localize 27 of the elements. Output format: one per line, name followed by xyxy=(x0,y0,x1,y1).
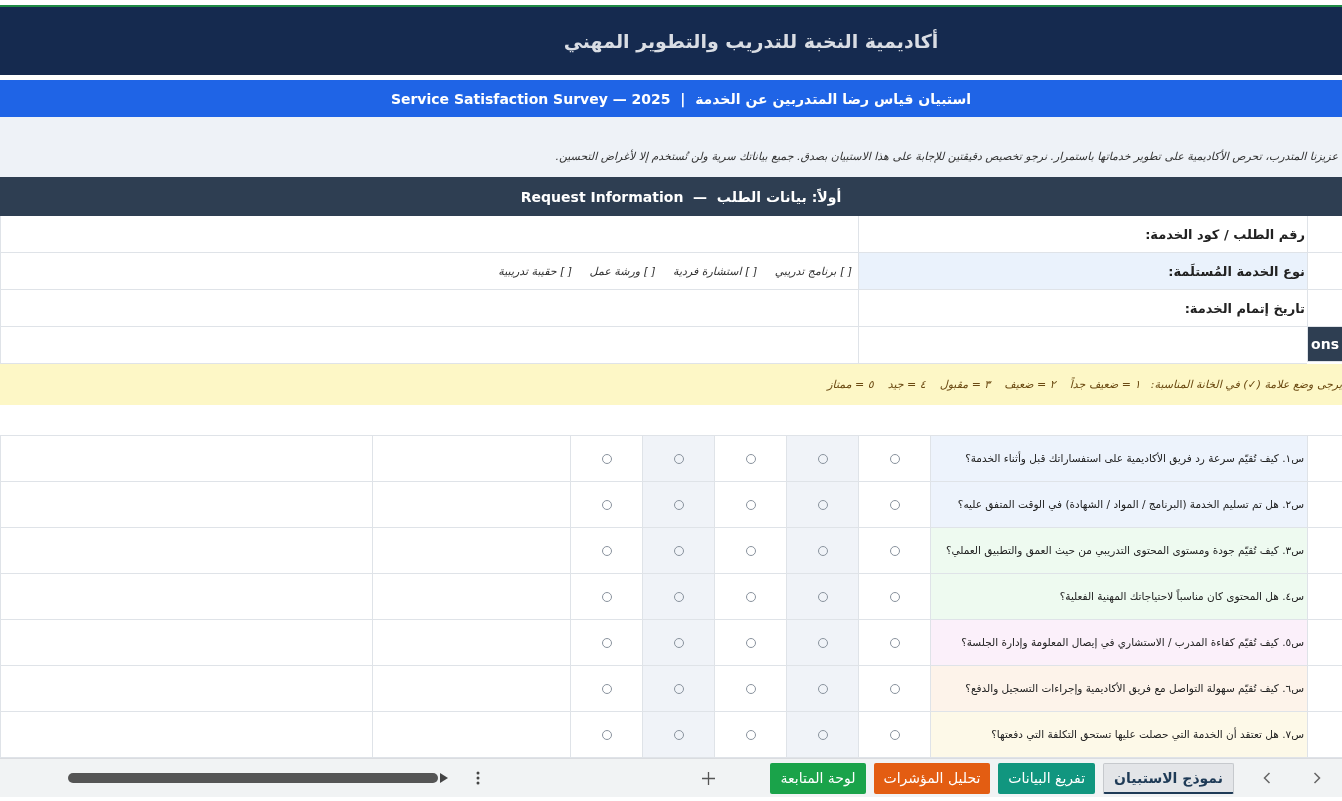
field-label: نوع الخدمة المُستلَمة: xyxy=(858,253,1307,290)
sheet-tab[interactable]: لوحة المتابعة xyxy=(770,762,866,794)
sheet-tab[interactable]: نموذج الاستبيان xyxy=(1103,762,1234,794)
sheet-tab[interactable]: تحليل المؤشرات xyxy=(873,762,991,794)
sheet-title: أكاديمية النخبة للتدريب والتطوير المهني xyxy=(0,7,1342,75)
chevron-left-icon[interactable] xyxy=(1263,772,1271,784)
question-cell: س٦. كيف تُقيّم سهولة التواصل مع فريق الأكاديمية وإجراءات التسجيل والدفع؟ xyxy=(930,666,1307,712)
chevron-right-icon[interactable] xyxy=(1313,772,1321,784)
question-cell: س٧. هل تعتقد أن الخدمة التي حصلت عليها تستحق التكلفة التي دفعتها؟ xyxy=(930,712,1307,758)
question-cell: س٥. كيف تُقيّم كفاءة المدرب / الاستشاري في إيصال المعلومة وإدارة الجلسة؟ xyxy=(930,620,1307,666)
cut-header-cell: ons xyxy=(1307,327,1342,362)
scroll-right-arrow-icon[interactable] xyxy=(440,773,449,783)
question-cell: س١. كيف تُقيّم سرعة رد فريق الأكاديمية على استفساراتك قبل وأثناء الخدمة؟ xyxy=(930,436,1307,482)
horizontal-scrollbar[interactable] xyxy=(68,773,439,783)
add-sheet-icon[interactable] xyxy=(702,771,716,785)
question-cell: س٤. هل المحتوى كان مناسباً لاحتياجاتك المهنية الفعلية؟ xyxy=(930,574,1307,620)
question-cell: س٢. هل تم تسليم الخدمة (البرنامج / المواد / الشهادة) في الوقت المتفق عليه؟ xyxy=(930,482,1307,528)
section-header: أولاً: بيانات الطلب — Request Information xyxy=(0,177,1342,216)
field-label: تاريخ إتمام الخدمة: xyxy=(858,290,1307,327)
intro-text: عزيزنا المتدرب، تحرص الأكاديمية على تطوير خدماتها باستمرار. نرجو تخصيص دقيقتين للإجابة على هذا الاستبيان بصدق. جميع بياناتك سرية ولن تُستخدم إلا لأغراض التحسين. xyxy=(555,150,1338,163)
question-cell: س٣. كيف تُقيّم جودة ومستوى المحتوى التدريبي من حيث العمق والتطبيق العملي؟ xyxy=(930,528,1307,574)
sheet-tab[interactable]: تفريغ البيانات xyxy=(998,762,1096,794)
survey-banner: استبيان قياس رضا المتدربين عن الخدمة | Service Satisfaction Survey — 2025 xyxy=(0,80,1342,117)
rating-instructions: يرجى وضع علامة (✓) في الخانة المناسبة: ١ = ضعيف جداً ٢ = ضعيف ٣ = مقبول ٤ = جيد ٥ = ممتاز xyxy=(0,364,1342,405)
more-icon[interactable] xyxy=(476,771,481,785)
field-options[interactable]: [ ] برنامج تدريبي [ ] استشارة فردية [ ] ورشة عمل [ ] حقيبة تدريبية xyxy=(498,264,852,278)
empty-cell xyxy=(1307,216,1342,253)
